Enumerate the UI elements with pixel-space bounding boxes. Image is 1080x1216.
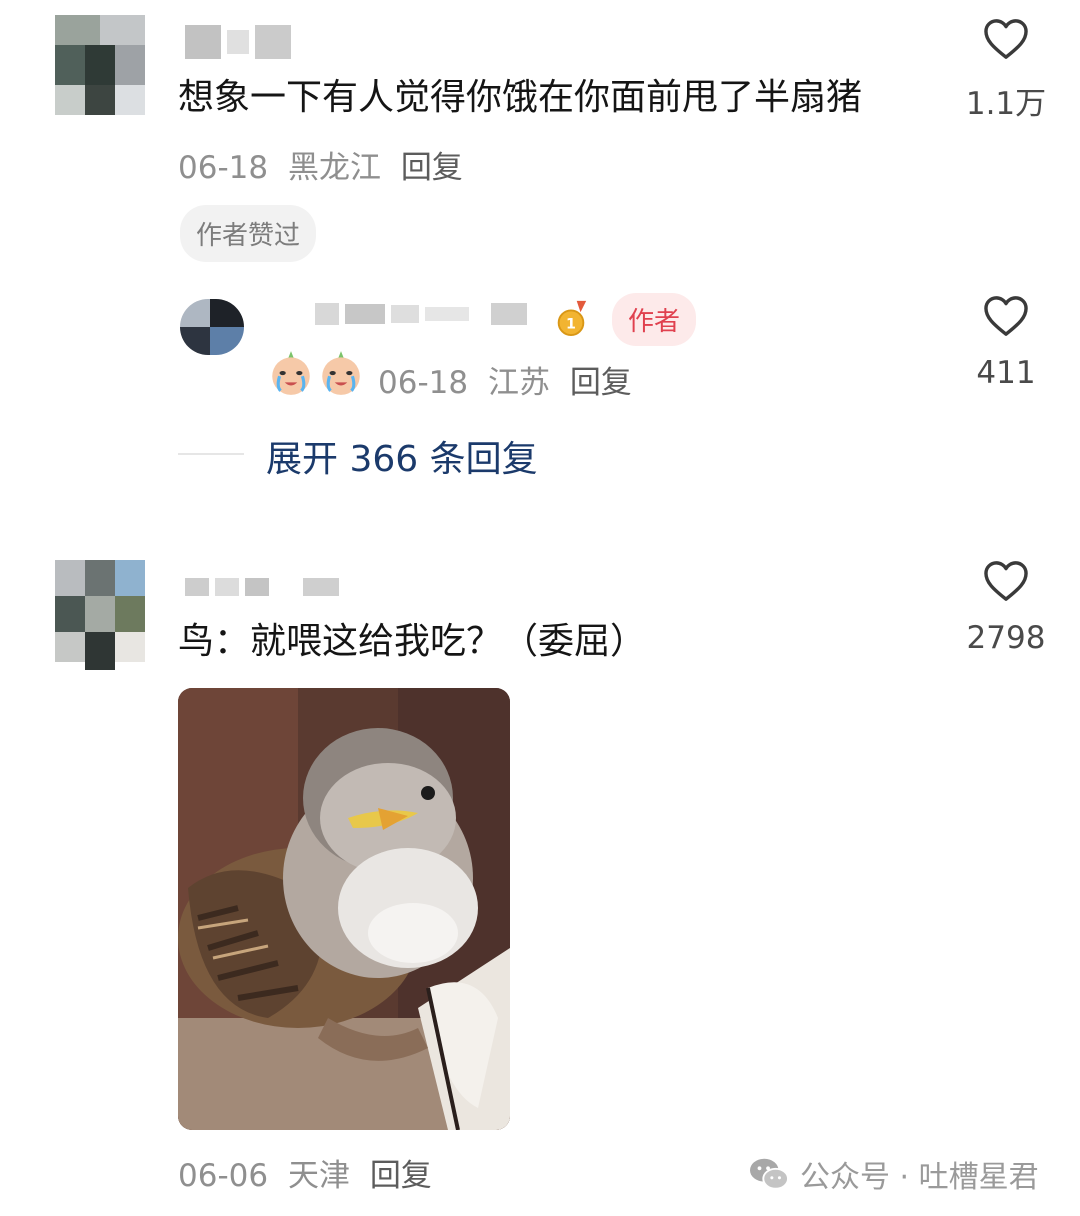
heart-outline-icon — [984, 561, 1028, 601]
reply-item: 1 作者 06-18 江苏 回复 411 — [0, 285, 1080, 405]
wechat-icon — [750, 1158, 789, 1190]
crying-face-icon — [322, 351, 360, 395]
comment-location: 天津 — [287, 1158, 350, 1194]
heart-outline-icon — [984, 19, 1028, 59]
expand-divider — [178, 453, 244, 455]
reply-reply-button[interactable]: 回复 — [570, 365, 632, 401]
comment-item: 想象一下有人觉得你饿在你面前甩了半扇猪 06-18 黑龙江 回复 作者赞过 1.… — [0, 0, 1080, 500]
reply-username-blurred[interactable] — [315, 303, 527, 325]
comment-meta: 06-06 天津 回复 — [178, 1150, 432, 1195]
reply-meta: 06-18 江苏 回复 — [378, 357, 632, 402]
comment-meta: 06-18 黑龙江 回复 — [178, 142, 463, 187]
like-count: 1.1万 — [965, 86, 1047, 122]
author-liked-badge: 作者赞过 — [180, 205, 317, 262]
like-button[interactable]: 1.1万 — [946, 18, 1066, 123]
reply-avatar[interactable] — [180, 299, 244, 355]
author-tag: 作者 — [612, 293, 697, 346]
reply-date: 06-18 — [378, 365, 469, 401]
like-count: 2798 — [966, 620, 1046, 656]
sparrow-image — [178, 688, 510, 1130]
avatar[interactable] — [55, 560, 145, 670]
svg-text:1: 1 — [566, 316, 576, 332]
comment-date: 06-18 — [178, 150, 269, 186]
like-button[interactable]: 2798 — [946, 560, 1066, 656]
heart-outline-icon — [984, 296, 1028, 336]
comment-text: 鸟：就喂这给我吃？（委屈） — [178, 621, 647, 662]
avatar[interactable] — [55, 15, 145, 115]
comment-text: 想象一下有人觉得你饿在你面前甩了半扇猪 — [178, 77, 863, 118]
reply-like-button[interactable]: 411 — [946, 295, 1066, 391]
comment-item: 鸟：就喂这给我吃？（委屈） 06-06 天津 回复 2798 — [0, 540, 1080, 1216]
gold-medal-icon: 1 — [557, 300, 587, 337]
comment-location: 黑龙江 — [287, 150, 381, 186]
like-count: 411 — [976, 355, 1036, 391]
reply-button[interactable]: 回复 — [370, 1158, 432, 1194]
expand-replies-button[interactable]: 展开 366 条回复 — [266, 430, 538, 482]
crying-face-icon — [272, 351, 310, 395]
reply-location: 江苏 — [487, 365, 550, 401]
username-blurred[interactable] — [185, 25, 291, 59]
reply-button[interactable]: 回复 — [401, 150, 463, 186]
username-blurred[interactable] — [185, 578, 339, 596]
comment-date: 06-06 — [178, 1158, 269, 1194]
footer-watermark: 公众号 · 吐槽星君 — [748, 1152, 1039, 1196]
footer-brand-text: 公众号 · 吐槽星君 — [800, 1160, 1039, 1195]
bird-photo[interactable] — [178, 688, 510, 1130]
